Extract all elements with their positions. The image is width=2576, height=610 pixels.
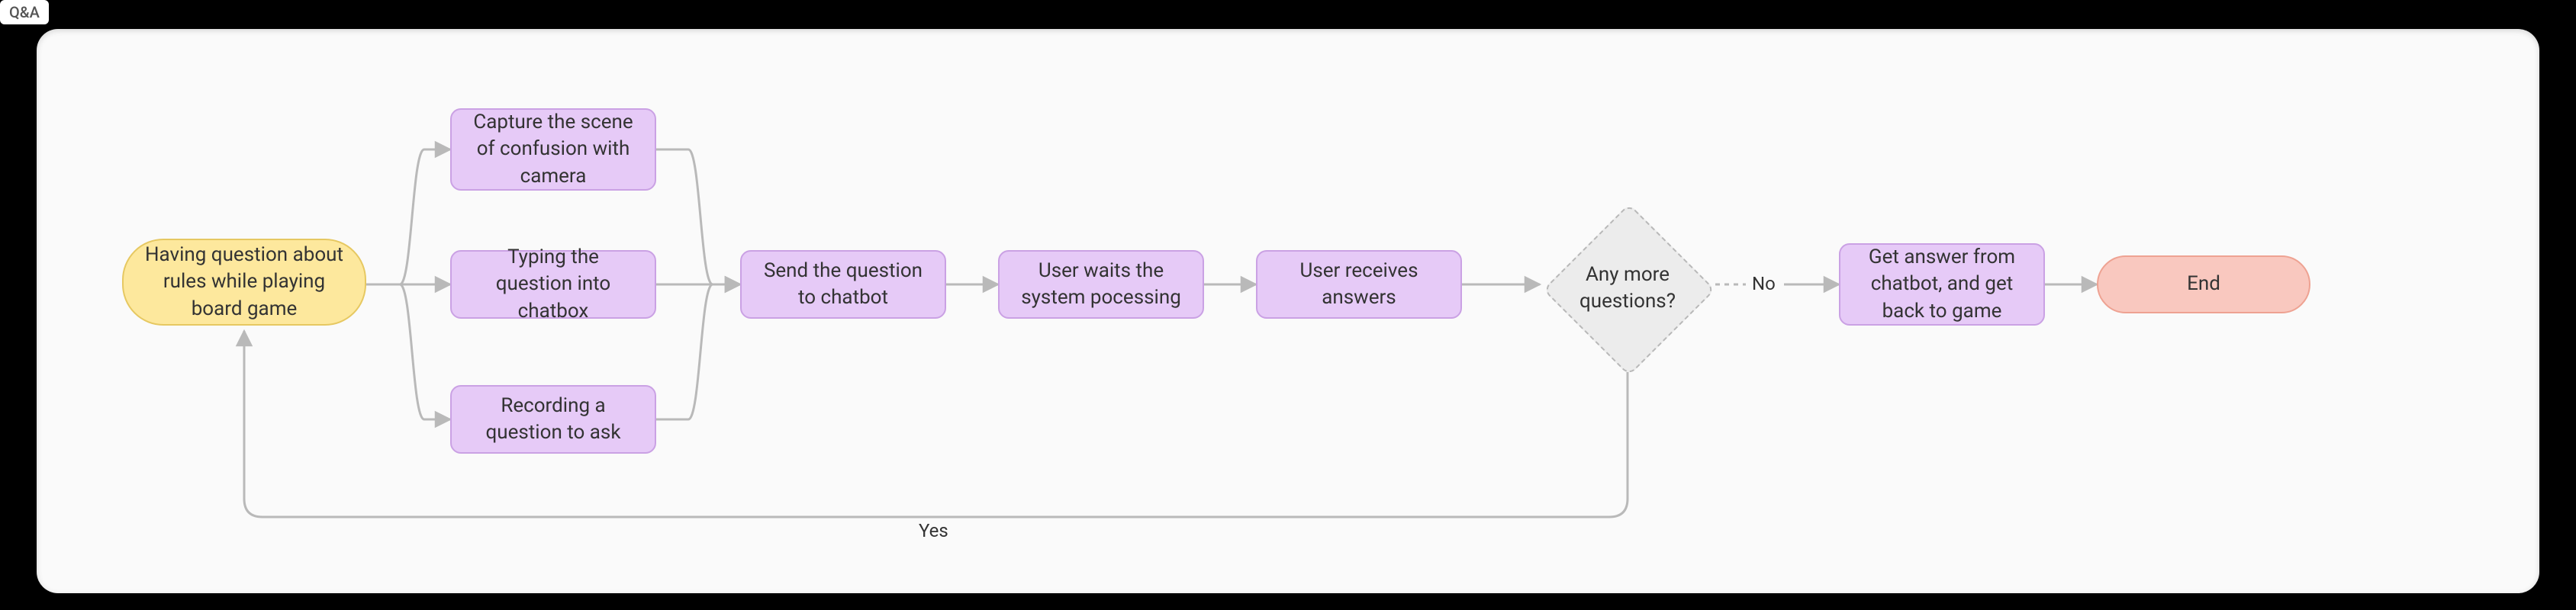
edge-label-no: No: [1752, 273, 1776, 294]
node-record[interactable]: Recording a question to ask: [450, 385, 656, 454]
edge-record-to-send: [656, 284, 740, 419]
node-record-label: Recording a question to ask: [469, 393, 638, 446]
node-capture-label: Capture the scene of confusion with came…: [469, 109, 638, 189]
node-recv[interactable]: User receives answers: [1256, 250, 1462, 319]
edge-start-to-capture: [366, 149, 450, 284]
node-recv-label: User receives answers: [1274, 258, 1444, 311]
diagram-canvas[interactable]: Having question about rules while playin…: [37, 29, 2539, 593]
node-capture[interactable]: Capture the scene of confusion with came…: [450, 108, 656, 191]
edge-label-yes: Yes: [919, 520, 948, 541]
node-getback[interactable]: Get answer from chatbot, and get back to…: [1839, 243, 2045, 326]
node-decision-label: Any more questions?: [1540, 201, 1715, 376]
tab-qa[interactable]: Q&A: [0, 0, 49, 24]
node-wait[interactable]: User waits the system pocessing: [998, 250, 1204, 319]
node-decision[interactable]: Any more questions?: [1540, 201, 1715, 376]
node-end[interactable]: End: [2097, 255, 2310, 313]
node-send[interactable]: Send the question to chatbot: [740, 250, 946, 319]
node-getback-label: Get answer from chatbot, and get back to…: [1857, 244, 2027, 324]
node-type[interactable]: Typing the question into chatbox: [450, 250, 656, 319]
node-send-label: Send the question to chatbot: [758, 258, 928, 311]
node-type-label: Typing the question into chatbox: [469, 244, 638, 324]
node-wait-label: User waits the system pocessing: [1016, 258, 1186, 311]
edge-capture-to-send: [656, 149, 740, 284]
node-end-label: End: [2187, 271, 2220, 297]
node-start-label: Having question about rules while playin…: [140, 242, 348, 322]
tab-label: Q&A: [9, 3, 40, 21]
node-start[interactable]: Having question about rules while playin…: [122, 239, 366, 326]
edge-start-to-record: [366, 284, 450, 419]
